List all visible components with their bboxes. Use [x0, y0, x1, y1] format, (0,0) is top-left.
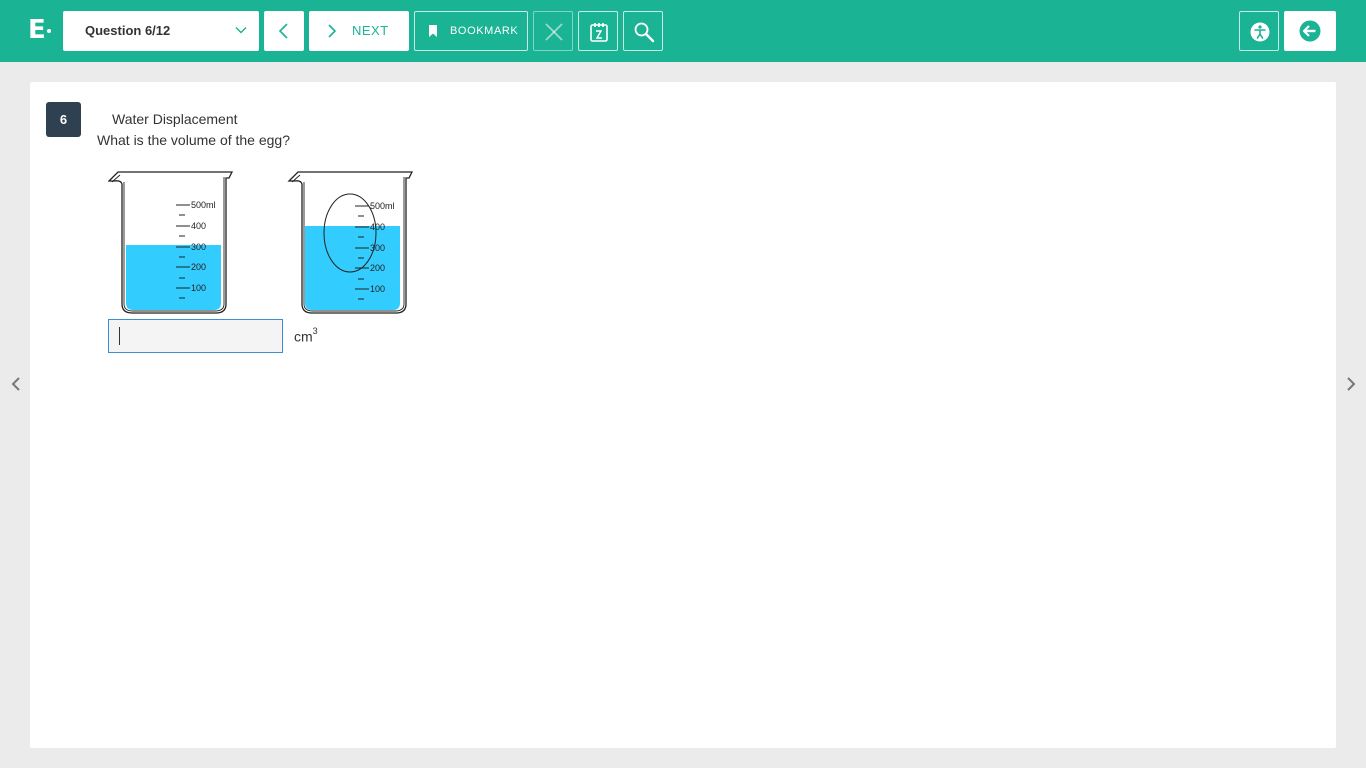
next-question-button[interactable]: NEXT [309, 11, 409, 51]
question-selector-dropdown[interactable]: Question 6/12 [63, 11, 259, 51]
question-prompt: What is the volume of the egg? [97, 132, 290, 148]
bookmark-button-label: BOOKMARK [450, 25, 519, 37]
beaker-before-label-200: 200 [191, 262, 206, 272]
accessibility-button[interactable] [1239, 11, 1279, 51]
beaker-after-label-500: 500ml [370, 201, 395, 211]
beaker-after-water [305, 226, 400, 310]
water-displacement-figure: 500ml 400 300 200 100 500ml 400 300 200 … [108, 171, 414, 314]
chevron-right-icon [1347, 377, 1356, 391]
question-selector-label: Question 6/12 [85, 23, 171, 38]
chevron-left-icon [278, 23, 288, 39]
beaker-after: 500ml 400 300 200 100 [287, 171, 414, 314]
notepad-icon [590, 23, 608, 42]
question-number-badge: 6 [46, 102, 81, 137]
beaker-before-label-400: 400 [191, 221, 206, 231]
beaker-after-label-400: 400 [370, 222, 385, 232]
side-next-arrow[interactable] [1341, 374, 1361, 394]
search-icon [634, 22, 655, 43]
exit-icon [1299, 20, 1321, 42]
text-caret [119, 327, 120, 345]
notepad-button[interactable] [578, 11, 618, 51]
beaker-before-water [126, 245, 221, 310]
question-title: Water Displacement [112, 111, 238, 127]
magnifier-button[interactable] [623, 11, 663, 51]
top-toolbar: E Question 6/12 NEXT BOOKMARK [0, 0, 1366, 62]
answer-input[interactable] [108, 319, 283, 353]
app-logo: E [28, 14, 54, 48]
accessibility-icon [1250, 22, 1270, 42]
beaker-before-label-500: 500ml [191, 200, 216, 210]
bookmark-button[interactable]: BOOKMARK [414, 11, 528, 51]
logo-dot [47, 29, 51, 33]
beaker-before-label-300: 300 [191, 242, 206, 252]
exit-button[interactable] [1284, 11, 1336, 51]
beaker-after-label-200: 200 [370, 263, 385, 273]
next-button-label: NEXT [352, 23, 389, 38]
close-icon [545, 23, 563, 41]
chevron-right-icon [328, 24, 337, 38]
side-previous-arrow[interactable] [6, 374, 26, 394]
chevron-down-icon [235, 27, 247, 34]
chevron-left-icon [11, 377, 20, 391]
previous-question-button[interactable] [264, 11, 304, 51]
beaker-after-label-300: 300 [370, 243, 385, 253]
answer-unit: cm3 [294, 326, 318, 345]
beaker-before: 500ml 400 300 200 100 [108, 171, 234, 314]
eliminate-choice-button[interactable] [533, 11, 573, 51]
beaker-before-label-100: 100 [191, 283, 206, 293]
bookmark-icon [429, 25, 437, 37]
beaker-after-label-100: 100 [370, 284, 385, 294]
question-card: 6 Water Displacement What is the volume … [30, 82, 1336, 748]
